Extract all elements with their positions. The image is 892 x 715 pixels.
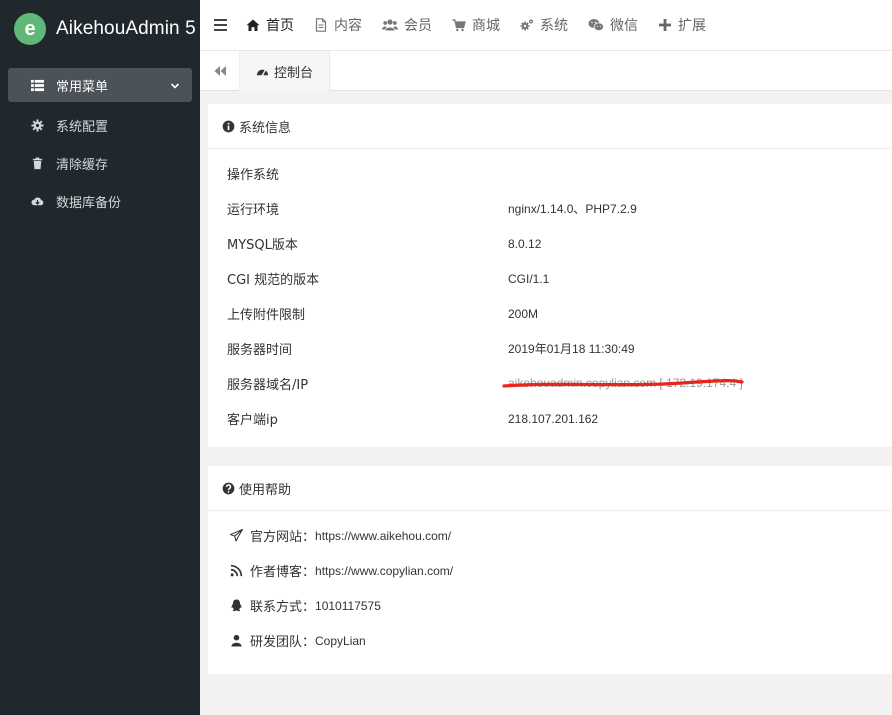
nav-wechat[interactable]: 微信 bbox=[588, 0, 638, 51]
info-value: 2019年01月18 11:30:49 bbox=[508, 342, 635, 356]
wechat-icon bbox=[588, 18, 604, 32]
question-circle-icon bbox=[222, 482, 235, 495]
top-nav: 首页 内容 会员 商城 系统 微信 扩展 bbox=[200, 0, 892, 51]
redaction-scribble bbox=[502, 379, 744, 388]
dashboard-icon bbox=[256, 65, 269, 78]
nav-system[interactable]: 系统 bbox=[520, 0, 568, 51]
sidebar-item-label: 清除缓存 bbox=[56, 157, 109, 173]
info-key: 服务器域名/IP bbox=[227, 378, 309, 393]
nav-home[interactable]: 首页 bbox=[246, 0, 294, 51]
sidebar-item-db-backup[interactable]: 数据库备份 bbox=[0, 182, 200, 220]
info-row: MYSQL版本 8.0.12 bbox=[208, 226, 892, 261]
info-value: 218.107.201.162 bbox=[508, 411, 599, 426]
redacted-value: aikehouadmin.copylian.com [ 172.19.174.4… bbox=[502, 376, 744, 391]
app-title: AikehouAdmin 5 bbox=[56, 18, 196, 39]
users-icon bbox=[382, 18, 398, 32]
qq-icon bbox=[230, 599, 244, 613]
plus-icon bbox=[658, 18, 672, 32]
logo[interactable]: e AikehouAdmin 5 bbox=[0, 0, 200, 58]
nav-shop[interactable]: 商城 bbox=[452, 0, 500, 51]
menu-toggle-icon[interactable] bbox=[204, 19, 238, 31]
help-row-team: 研发团队： CopyLian bbox=[208, 623, 892, 658]
sidebar: e AikehouAdmin 5 常用菜单 系统配置 清除缓存 数据库备份 bbox=[0, 0, 200, 715]
help-row-website: 官方网站： https://www.aikehou.com/ bbox=[208, 518, 892, 553]
info-row: CGI 规范的版本 CGI/1.1 bbox=[208, 261, 892, 296]
gear-icon bbox=[30, 118, 44, 132]
nav-label: 会员 bbox=[404, 18, 432, 34]
system-info-list: 操作系统 运行环境 nginx/1.14.0、PHP7.2.9 MYSQL版本 8.… bbox=[208, 149, 892, 447]
user-icon bbox=[230, 634, 244, 648]
team-value: CopyLian bbox=[315, 633, 366, 648]
info-row: 客户端ip 218.107.201.162 bbox=[208, 401, 892, 436]
home-icon bbox=[246, 18, 260, 32]
nav-content[interactable]: 内容 bbox=[314, 0, 362, 51]
info-key: 上传附件限制 bbox=[227, 308, 306, 323]
tab-label: 控制台 bbox=[274, 65, 314, 81]
nav-label: 系统 bbox=[540, 18, 568, 34]
info-value: nginx/1.14.0、PHP7.2.9 bbox=[508, 202, 637, 216]
nav-label: 扩展 bbox=[678, 18, 706, 34]
file-icon bbox=[314, 18, 328, 32]
rss-icon bbox=[230, 564, 244, 578]
blog-link[interactable]: https://www.copylian.com/ bbox=[315, 564, 453, 578]
sidebar-item-label: 数据库备份 bbox=[56, 195, 122, 211]
cart-icon bbox=[452, 18, 466, 32]
help-label: 联系方式： bbox=[250, 600, 316, 615]
info-key: MYSQL版本 bbox=[227, 238, 298, 253]
info-key: 客户端ip bbox=[227, 413, 278, 428]
sidebar-group-label: 常用菜单 bbox=[56, 79, 109, 95]
cloud-download-icon bbox=[30, 194, 44, 208]
contact-value: 1010117575 bbox=[315, 598, 381, 613]
info-key: 操作系统 bbox=[227, 168, 280, 183]
tab-bar: 控制台 bbox=[200, 51, 892, 91]
panel-header: 系统信息 bbox=[208, 104, 892, 149]
info-row: 操作系统 bbox=[208, 156, 892, 191]
nav-members[interactable]: 会员 bbox=[382, 0, 432, 51]
info-key: 服务器时间 bbox=[227, 343, 293, 358]
website-link[interactable]: https://www.aikehou.com/ bbox=[315, 529, 451, 543]
info-icon bbox=[222, 120, 235, 133]
sidebar-group-common-menu[interactable]: 常用菜单 bbox=[8, 68, 192, 102]
tab-dashboard[interactable]: 控制台 bbox=[240, 51, 331, 91]
nav-extend[interactable]: 扩展 bbox=[658, 0, 706, 51]
nav-label: 商城 bbox=[472, 18, 500, 34]
list-icon bbox=[30, 78, 44, 92]
gears-icon bbox=[520, 18, 534, 32]
info-row: 服务器时间 2019年01月18 11:30:49 bbox=[208, 331, 892, 366]
main-content: 系统信息 操作系统 运行环境 nginx/1.14.0、PHP7.2.9 MYSQ… bbox=[208, 104, 892, 674]
nav-label: 内容 bbox=[334, 18, 362, 34]
chevron-down-icon bbox=[170, 80, 180, 90]
help-label: 官方网站： bbox=[250, 530, 316, 545]
info-key: CGI 规范的版本 bbox=[227, 273, 320, 288]
system-info-panel: 系统信息 操作系统 运行环境 nginx/1.14.0、PHP7.2.9 MYSQ… bbox=[208, 104, 892, 447]
info-row: 运行环境 nginx/1.14.0、PHP7.2.9 bbox=[208, 191, 892, 226]
help-list: 官方网站： https://www.aikehou.com/ 作者博客： htt… bbox=[208, 511, 892, 674]
trash-icon bbox=[30, 156, 44, 170]
help-row-contact: 联系方式： 1010117575 bbox=[208, 588, 892, 623]
panel-title: 系统信息 bbox=[239, 120, 292, 136]
help-panel: 使用帮助 官方网站： https://www.aikehou.com/ 作者博客… bbox=[208, 466, 892, 674]
nav-label: 微信 bbox=[610, 18, 638, 34]
info-key: 运行环境 bbox=[227, 203, 280, 218]
sidebar-item-system-config[interactable]: 系统配置 bbox=[0, 106, 200, 144]
sidebar-item-clear-cache[interactable]: 清除缓存 bbox=[0, 144, 200, 182]
help-label: 研发团队： bbox=[250, 635, 316, 650]
paper-plane-icon bbox=[230, 528, 244, 543]
help-label: 作者博客： bbox=[250, 565, 316, 580]
help-row-blog: 作者博客： https://www.copylian.com/ bbox=[208, 553, 892, 588]
panel-title: 使用帮助 bbox=[239, 482, 292, 498]
info-row: 上传附件限制 200M bbox=[208, 296, 892, 331]
nav-label: 首页 bbox=[266, 18, 294, 34]
info-value: CGI/1.1 bbox=[508, 271, 550, 286]
info-value: 8.0.12 bbox=[508, 236, 542, 251]
sidebar-item-label: 系统配置 bbox=[56, 119, 109, 135]
panel-header: 使用帮助 bbox=[208, 466, 892, 511]
logo-icon: e bbox=[14, 13, 46, 45]
info-value: 200M bbox=[508, 306, 539, 321]
tab-scroll-left-icon[interactable] bbox=[200, 51, 240, 91]
info-row: 服务器域名/IP aikehouadmin.copylian.com [ 172.… bbox=[208, 366, 892, 401]
